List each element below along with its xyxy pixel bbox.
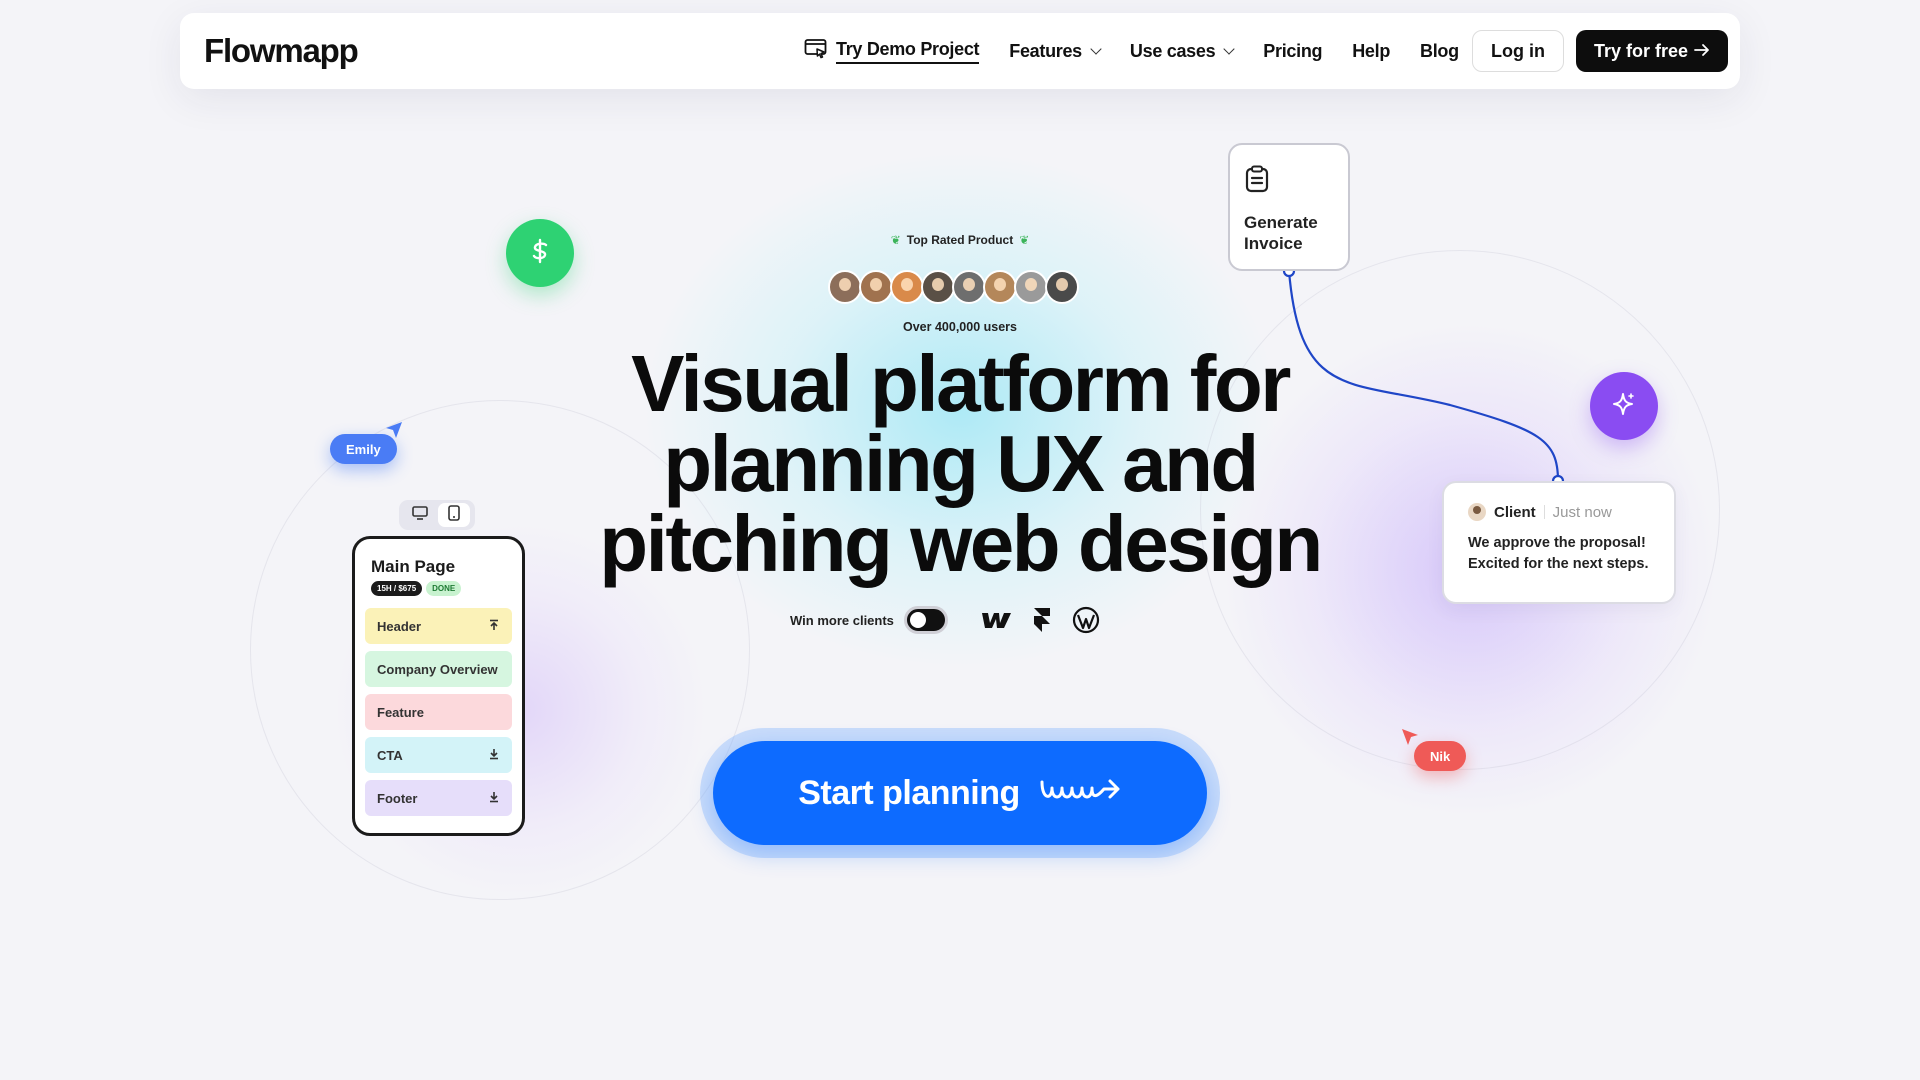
page-section-item[interactable]: Feature bbox=[365, 694, 512, 730]
nav-blog[interactable]: Blog bbox=[1420, 41, 1459, 62]
page-section-item[interactable]: CTA bbox=[365, 737, 512, 773]
arrow-up-icon bbox=[488, 619, 500, 634]
avatar bbox=[952, 270, 986, 304]
page-sections-list: Header Company Overview Feature CTA Footer bbox=[365, 608, 512, 816]
hero-title-line: pitching web design bbox=[599, 499, 1323, 588]
desktop-view-toggle[interactable] bbox=[404, 503, 436, 527]
hero-title-line: Visual platform for bbox=[631, 339, 1291, 428]
cursor-arrow-icon bbox=[1400, 727, 1420, 752]
divider bbox=[1543, 505, 1545, 519]
chevron-down-icon bbox=[1090, 43, 1102, 55]
page-section-item[interactable]: Footer bbox=[365, 780, 512, 816]
page-section-item[interactable]: Company Overview bbox=[365, 651, 512, 687]
phone-page-title: Main Page bbox=[371, 557, 456, 576]
avatar bbox=[1045, 270, 1079, 304]
avatar bbox=[890, 270, 924, 304]
try-demo-link[interactable]: Try Demo Project bbox=[804, 38, 980, 65]
page-section-label: Feature bbox=[377, 704, 424, 720]
avatar bbox=[921, 270, 955, 304]
laurel-right-icon: ❦ bbox=[1019, 233, 1030, 247]
nav-pricing[interactable]: Pricing bbox=[1263, 41, 1322, 62]
mobile-icon bbox=[448, 504, 460, 526]
generate-invoice-card[interactable]: Generate Invoice bbox=[1228, 143, 1350, 271]
nav-help[interactable]: Help bbox=[1352, 41, 1390, 62]
client-timestamp: Just now bbox=[1552, 503, 1612, 521]
client-name: Client bbox=[1494, 503, 1536, 521]
clipboard-icon bbox=[1244, 165, 1270, 197]
phone-badges: 15H / $675 DONE bbox=[365, 581, 512, 596]
nav-features[interactable]: Features bbox=[1009, 40, 1102, 62]
squiggle-arrow-icon bbox=[1038, 774, 1122, 813]
users-count: Over 400,000 users bbox=[903, 320, 1017, 334]
start-planning-button[interactable]: Start planning bbox=[713, 741, 1207, 845]
page-section-label: Footer bbox=[377, 790, 418, 806]
avatar bbox=[828, 270, 862, 304]
navbar: Flowmapp Try Demo Project Features Use c… bbox=[180, 13, 1740, 89]
win-clients-label: Win more clients bbox=[790, 612, 894, 628]
demo-monitor-icon bbox=[804, 38, 828, 65]
try-for-free-label: Try for free bbox=[1593, 40, 1688, 61]
cursor-arrow-icon bbox=[384, 420, 404, 445]
dollar-icon bbox=[525, 236, 555, 271]
avatar bbox=[983, 270, 1017, 304]
start-planning-label: Start planning bbox=[798, 773, 1020, 812]
page-section-label: Company Overview bbox=[377, 661, 498, 677]
client-message-card: Client Just now We approve the proposal!… bbox=[1442, 481, 1676, 604]
win-clients-toggle[interactable] bbox=[903, 606, 948, 634]
framer-icon bbox=[1032, 607, 1052, 638]
laurel-left-icon: ❦ bbox=[890, 233, 901, 247]
mobile-view-toggle[interactable] bbox=[438, 503, 470, 527]
top-rated-badge: ❦ Top Rated Product ❦ bbox=[880, 233, 1040, 247]
top-rated-label: Top Rated Product bbox=[906, 233, 1014, 247]
client-avatar bbox=[1468, 503, 1486, 521]
client-message-line: Excited for the next steps. bbox=[1468, 556, 1649, 572]
wordpress-icon bbox=[1072, 606, 1100, 639]
login-button[interactable]: Log in bbox=[1471, 30, 1564, 72]
webflow-icon bbox=[980, 610, 1012, 635]
try-for-free-button[interactable]: Try for free bbox=[1575, 30, 1728, 72]
phone-mockup: Main Page 15H / $675 DONE Header Company … bbox=[352, 536, 525, 836]
device-switcher bbox=[399, 500, 475, 530]
arrow-down-icon bbox=[488, 748, 500, 763]
sparkle-icon bbox=[1609, 389, 1639, 424]
avatar bbox=[1014, 270, 1048, 304]
cursor-tag-nik: Nik bbox=[1414, 741, 1467, 771]
nav-actions: Log in Try for free bbox=[1471, 30, 1728, 72]
arrow-right-icon bbox=[1694, 41, 1710, 62]
nav-use-cases[interactable]: Use cases bbox=[1129, 40, 1235, 62]
flowmapp-logo[interactable]: Flowmapp bbox=[204, 32, 504, 70]
chevron-down-icon bbox=[1223, 43, 1235, 55]
arrow-down-icon bbox=[488, 791, 500, 806]
page-section-label: CTA bbox=[377, 747, 403, 763]
dollar-badge bbox=[506, 219, 574, 287]
win-clients-row: Win more clients bbox=[790, 606, 948, 634]
hero-title: Visual platform for planning UX and pitc… bbox=[560, 344, 1360, 584]
page-section-label: Header bbox=[377, 618, 422, 634]
client-message-line: We approve the proposal! bbox=[1468, 535, 1646, 551]
user-avatars bbox=[828, 270, 1079, 304]
try-demo-label: Try Demo Project bbox=[836, 39, 980, 64]
features-label: Features bbox=[1009, 40, 1082, 61]
page-section-item[interactable]: Header bbox=[365, 608, 512, 644]
toggle-knob bbox=[909, 612, 926, 628]
client-message-header: Client Just now bbox=[1468, 503, 1650, 521]
nav-links: Try Demo Project Features Use cases Pric… bbox=[804, 38, 1459, 65]
ai-sparkle-badge bbox=[1590, 372, 1658, 440]
generate-invoice-label: Generate Invoice bbox=[1244, 213, 1318, 253]
budget-badge: 15H / $675 bbox=[371, 581, 423, 596]
platform-logos bbox=[980, 606, 1100, 639]
client-message: We approve the proposal! Excited for the… bbox=[1468, 533, 1650, 575]
desktop-icon bbox=[412, 505, 428, 525]
hero-title-line: planning UX and bbox=[663, 419, 1259, 508]
status-badge: DONE bbox=[426, 581, 462, 596]
avatar bbox=[859, 270, 893, 304]
use-cases-label: Use cases bbox=[1129, 40, 1216, 61]
